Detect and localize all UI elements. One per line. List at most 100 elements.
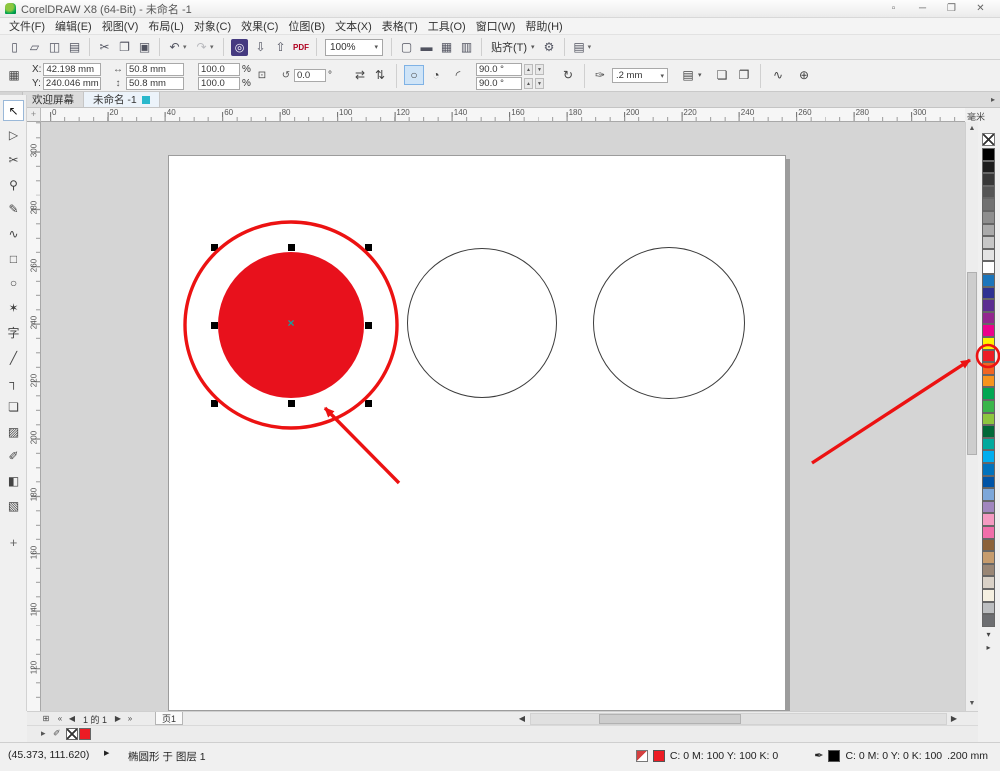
snap-to-dropdown[interactable]: 贴齐(T) ▾	[487, 39, 539, 55]
transparency-tool[interactable]: ▨	[3, 421, 24, 442]
undo-button[interactable]: ↶	[165, 38, 184, 57]
palette-swatch-26[interactable]	[982, 475, 995, 489]
palette-swatch-12[interactable]	[982, 299, 995, 312]
menu-item-1[interactable]: 文件(F)	[4, 17, 50, 35]
mirror-vertical-button[interactable]: ⇅	[370, 65, 390, 85]
redo-button-dropdown-icon[interactable]: ▾	[210, 43, 218, 51]
menu-item-8[interactable]: 文本(X)	[330, 17, 377, 35]
polygon-tool[interactable]: ✶	[3, 298, 24, 319]
pie-end-angle-input[interactable]: 90.0 °	[476, 77, 522, 90]
scroll-up-icon[interactable]: ▲	[966, 122, 978, 135]
palette-swatch-15[interactable]	[982, 337, 995, 350]
stepper-down-icon[interactable]: ▼	[535, 78, 544, 89]
tab-document[interactable]: 未命名 -1	[84, 92, 160, 107]
ruler-origin-button[interactable]: +	[27, 108, 41, 122]
scroll-left-icon[interactable]: ◀	[516, 713, 528, 725]
wrap-text-button[interactable]: ▤	[678, 65, 698, 85]
palette-swatch-36[interactable]	[982, 601, 995, 615]
minimize-button[interactable]: ─	[916, 3, 929, 14]
quick-customize-button[interactable]: ⊕	[794, 65, 814, 85]
page-tab[interactable]: 页1	[155, 712, 184, 725]
new-document-button[interactable]: ▯	[5, 38, 24, 57]
connector-tool[interactable]: ┐	[3, 372, 24, 393]
search-content-button[interactable]: ◎	[231, 38, 248, 56]
show-rulers-button[interactable]: ▬	[417, 38, 436, 57]
close-button[interactable]: ✕	[974, 3, 987, 14]
toolbox-customize-button[interactable]: +	[3, 532, 24, 553]
app-options-icon[interactable]: ▫	[887, 3, 900, 14]
status-flyout-icon[interactable]: ▶	[104, 749, 109, 757]
options-button[interactable]: ⚙	[540, 38, 559, 57]
outline-width-select[interactable]: .2 mm ▾	[612, 68, 668, 83]
print-button[interactable]: ▤	[65, 38, 84, 57]
rotation-input[interactable]: 0.0	[294, 69, 326, 82]
pie-mode-button[interactable]: ◔	[426, 65, 446, 85]
fill-color-swatch[interactable]	[652, 749, 665, 762]
show-guidelines-button[interactable]: ▥	[457, 38, 476, 57]
artistic-media-tool[interactable]: ∿	[3, 224, 24, 245]
palette-no-color-swatch[interactable]	[982, 133, 995, 146]
menu-item-5[interactable]: 对象(C)	[189, 17, 236, 35]
object-width-input[interactable]: 50.8 mm	[126, 63, 184, 76]
import-button[interactable]: ⇩	[251, 38, 270, 57]
palette-swatch-18[interactable]	[982, 374, 995, 388]
application-launcher-dropdown-dropdown-icon[interactable]: ▾	[588, 43, 596, 51]
palette-swatch-37[interactable]	[982, 614, 995, 627]
palette-swatch-22[interactable]	[982, 425, 995, 438]
palette-swatch-19[interactable]	[982, 387, 995, 400]
vertical-scrollbar[interactable]: ▲ ▼	[965, 122, 978, 711]
copy-button[interactable]: ❐	[115, 38, 134, 57]
stepper-down-icon[interactable]: ▼	[535, 64, 544, 75]
zoom-tool[interactable]: ⚲	[3, 174, 24, 195]
palette-swatch-2[interactable]	[982, 173, 995, 186]
ellipse-object-3[interactable]	[593, 247, 745, 399]
maximize-button[interactable]: ❐	[945, 3, 958, 14]
palette-swatch-28[interactable]	[982, 500, 995, 514]
mirror-horizontal-button[interactable]: ⇄	[350, 65, 370, 85]
menu-item-7[interactable]: 位图(B)	[283, 17, 330, 35]
palette-swatch-4[interactable]	[982, 198, 995, 211]
interactive-fill-tool[interactable]: ◧	[3, 471, 24, 492]
drop-shadow-tool[interactable]: ❏	[3, 396, 24, 417]
scroll-down-icon[interactable]: ▼	[966, 697, 978, 710]
selection-handle[interactable]	[288, 400, 295, 407]
scale-y-input[interactable]: 100.0	[198, 77, 240, 90]
palette-swatch-11[interactable]	[982, 286, 995, 300]
palette-swatch-16-red-highlighted[interactable]	[982, 349, 995, 363]
freehand-tool[interactable]: ✎	[3, 199, 24, 220]
x-position-input[interactable]: 42.198 mm	[43, 63, 102, 76]
selection-handle[interactable]	[365, 244, 372, 251]
show-grid-button[interactable]: ▦	[437, 38, 456, 57]
save-document-button[interactable]: ◫	[45, 38, 64, 57]
selection-handle[interactable]	[365, 400, 372, 407]
palette-swatch-9[interactable]	[982, 261, 995, 274]
palette-swatch-8[interactable]	[982, 248, 995, 262]
shape-tool[interactable]: ▷	[3, 125, 24, 146]
scroll-right-icon[interactable]: ▶	[948, 713, 960, 725]
next-page-button[interactable]: ▶	[112, 713, 124, 725]
stepper-up-icon[interactable]: ▲	[524, 64, 533, 75]
page[interactable]	[168, 155, 786, 711]
full-screen-preview-button[interactable]: ▢	[397, 38, 416, 57]
parallel-dimension-tool[interactable]: ╱	[3, 347, 24, 368]
first-page-button[interactable]: «	[54, 713, 66, 725]
selection-handle[interactable]	[365, 322, 372, 329]
palette-swatch-0[interactable]	[982, 148, 995, 161]
menu-item-10[interactable]: 工具(O)	[423, 17, 471, 35]
palette-swatch-25[interactable]	[982, 463, 995, 476]
export-button[interactable]: ⇧	[271, 38, 290, 57]
zoom-level-select[interactable]: 100% ▾	[325, 38, 383, 56]
open-document-button[interactable]: ▱	[25, 38, 44, 57]
palette-swatch-32[interactable]	[982, 551, 995, 564]
smart-fill-tool[interactable]: ▧	[3, 495, 24, 516]
palette-swatch-34[interactable]	[982, 576, 995, 589]
menu-item-9[interactable]: 表格(T)	[377, 17, 423, 35]
palette-swatch-17[interactable]	[982, 362, 995, 375]
palette-swatch-13[interactable]	[982, 311, 995, 325]
palette-swatch-35[interactable]	[982, 589, 995, 602]
doc-palette-flyout-icon[interactable]: ▸	[41, 728, 46, 739]
selection-handle[interactable]	[211, 322, 218, 329]
stepper-up-icon[interactable]: ▲	[524, 78, 533, 89]
object-height-input[interactable]: 50.8 mm	[126, 77, 184, 90]
ellipse-object-2[interactable]	[407, 248, 557, 398]
